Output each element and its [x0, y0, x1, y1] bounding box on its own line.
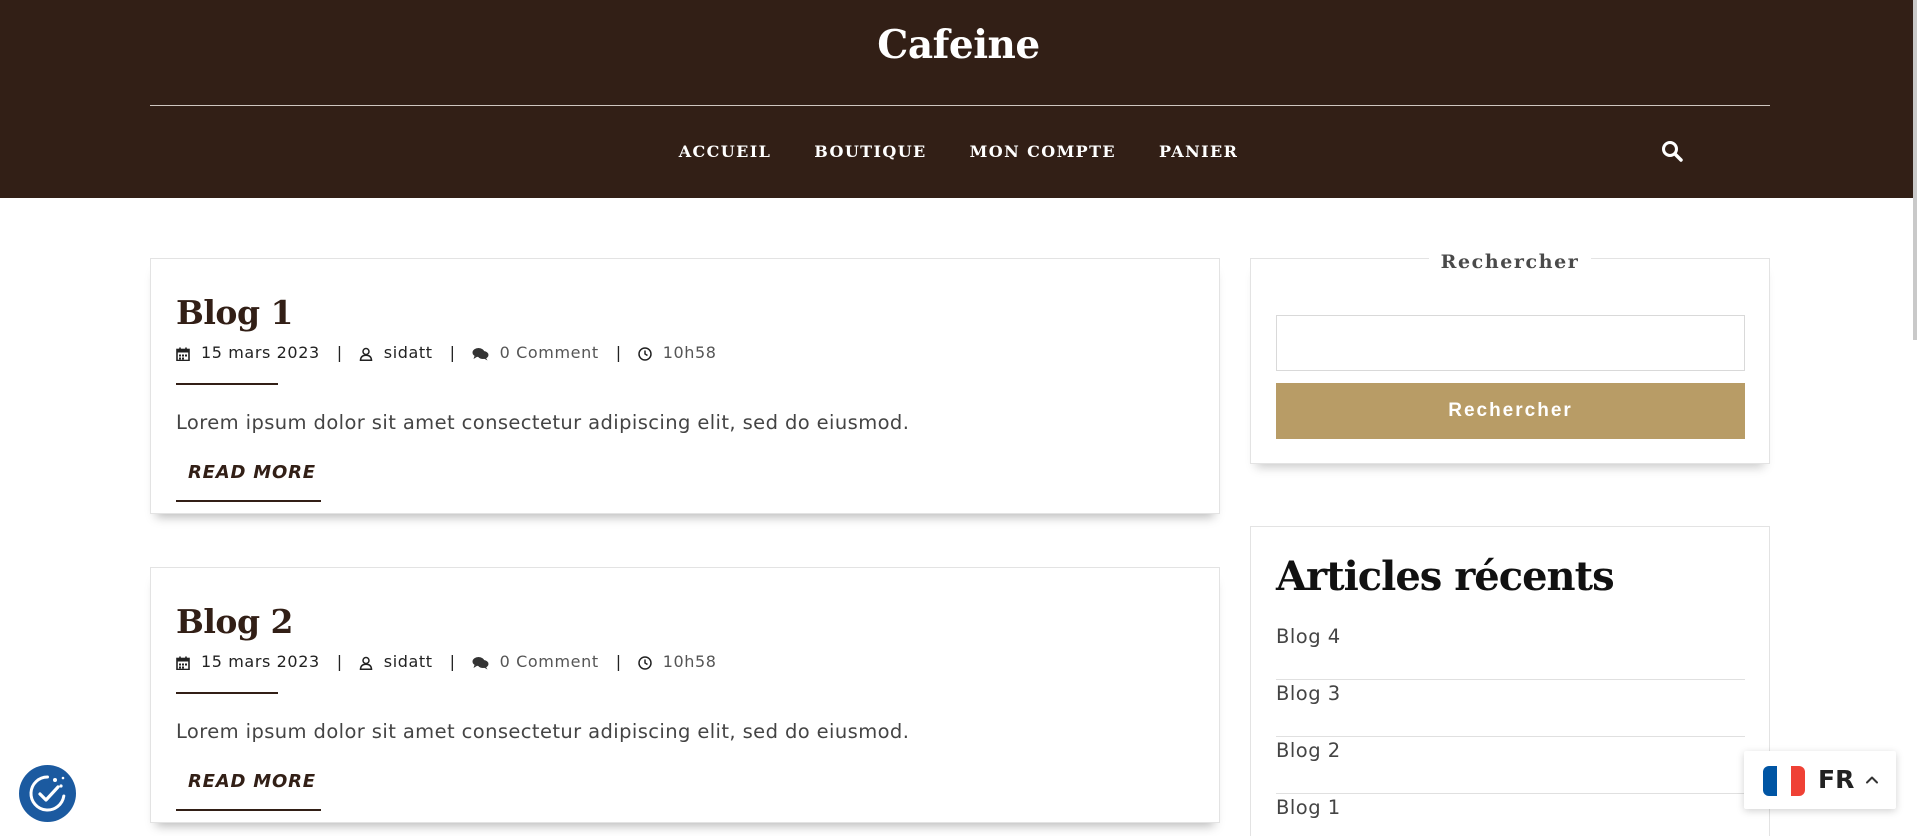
search-input[interactable]: [1276, 315, 1745, 371]
post-comments[interactable]: 0 Comment: [500, 652, 599, 671]
language-code: FR: [1818, 765, 1855, 794]
post-card: Blog 1 15 mars 2023 | sidatt | 0 Comment…: [150, 258, 1220, 514]
search-submit-button[interactable]: Rechercher: [1276, 383, 1745, 439]
chevron-up-icon: [1865, 772, 1879, 791]
recent-post-link[interactable]: Blog 4: [1276, 623, 1745, 680]
search-widget-title: Rechercher: [1428, 251, 1592, 273]
nav-item-accueil[interactable]: ACCUEIL: [679, 142, 772, 161]
post-date[interactable]: 15 mars 2023: [201, 652, 320, 671]
post-meta: 15 mars 2023 | sidatt | 0 Comment | 10h5…: [176, 652, 717, 671]
main-nav: ACCUEIL BOUTIQUE MON COMPTE PANIER: [0, 142, 1917, 161]
post-title[interactable]: Blog 1: [176, 293, 293, 332]
post-time: 10h58: [662, 343, 717, 362]
read-more-label: READ MORE: [188, 462, 316, 483]
meta-separator: |: [615, 343, 622, 362]
post-meta: 15 mars 2023 | sidatt | 0 Comment | 10h5…: [176, 343, 717, 362]
site-title[interactable]: Cafeine: [0, 22, 1917, 68]
calendar-icon: [176, 346, 190, 361]
language-switcher[interactable]: FR: [1744, 751, 1896, 809]
title-underline: [176, 692, 278, 694]
read-more-link[interactable]: READ MORE: [176, 457, 321, 502]
recent-posts-widget: Articles récents Blog 4 Blog 3 Blog 2 Bl…: [1250, 526, 1770, 836]
french-flag-icon: [1763, 766, 1805, 796]
nav-item-panier[interactable]: PANIER: [1159, 142, 1238, 161]
recent-posts-list: Blog 4 Blog 3 Blog 2 Blog 1: [1276, 623, 1745, 836]
flag-stripe-white: [1777, 766, 1791, 796]
comment-icon: [472, 655, 489, 669]
meta-separator: |: [615, 652, 622, 671]
clock-icon: [637, 655, 652, 670]
calendar-icon: [176, 655, 190, 670]
comment-icon: [472, 346, 489, 360]
read-more-label: READ MORE: [188, 771, 316, 792]
recent-post-link[interactable]: Blog 1: [1276, 794, 1745, 836]
post-excerpt: Lorem ipsum dolor sit amet consectetur a…: [176, 720, 910, 743]
flag-stripe-red: [1791, 766, 1805, 796]
header-divider: [150, 105, 1770, 106]
nav-item-boutique[interactable]: BOUTIQUE: [814, 142, 926, 161]
recent-posts-title: Articles récents: [1276, 553, 1615, 600]
meta-separator: |: [449, 343, 456, 362]
post-date[interactable]: 15 mars 2023: [201, 343, 320, 362]
post-author[interactable]: sidatt: [384, 652, 433, 671]
post-card: Blog 2 15 mars 2023 | sidatt | 0 Comment…: [150, 567, 1220, 823]
recent-post-link[interactable]: Blog 3: [1276, 680, 1745, 737]
meta-separator: |: [449, 652, 456, 671]
post-author[interactable]: sidatt: [384, 343, 433, 362]
user-icon: [359, 346, 373, 361]
flag-stripe-blue: [1763, 766, 1777, 796]
title-underline: [176, 383, 278, 385]
nav-item-mon-compte[interactable]: MON COMPTE: [970, 142, 1116, 161]
meta-separator: |: [336, 343, 343, 362]
post-time: 10h58: [662, 652, 717, 671]
post-title[interactable]: Blog 2: [176, 602, 293, 641]
post-comments[interactable]: 0 Comment: [500, 343, 599, 362]
meta-separator: |: [336, 652, 343, 671]
user-icon: [359, 655, 373, 670]
search-widget: Rechercher Rechercher: [1250, 251, 1770, 464]
site-header: Cafeine ACCUEIL BOUTIQUE MON COMPTE PANI…: [0, 0, 1917, 198]
post-excerpt: Lorem ipsum dolor sit amet consectetur a…: [176, 411, 910, 434]
clock-icon: [637, 346, 652, 361]
read-more-link[interactable]: READ MORE: [176, 766, 321, 811]
cookie-consent-icon: [29, 775, 66, 812]
search-widget-title-wrap: Rechercher: [1251, 251, 1769, 273]
search-icon[interactable]: [1660, 139, 1684, 163]
page-scrollbar[interactable]: [1913, 0, 1917, 340]
cookie-consent-button[interactable]: [19, 765, 76, 822]
recent-post-link[interactable]: Blog 2: [1276, 737, 1745, 794]
